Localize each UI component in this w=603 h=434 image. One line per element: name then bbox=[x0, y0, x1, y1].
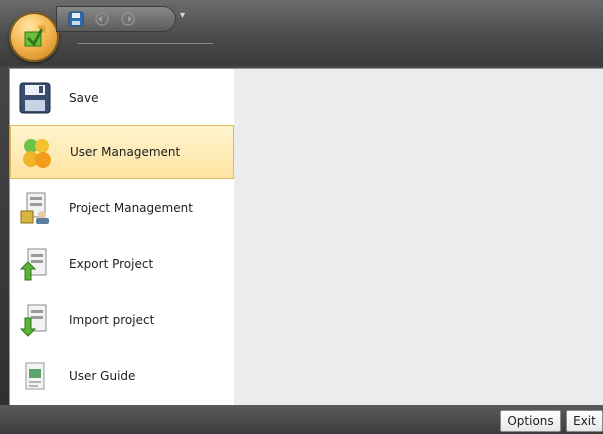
menu-item-user-management[interactable]: User Management bbox=[10, 125, 234, 179]
menu-item-label: User Guide bbox=[69, 369, 136, 383]
menu-item-save[interactable]: Save bbox=[10, 71, 234, 125]
import-icon bbox=[18, 303, 52, 337]
app-logo-icon bbox=[24, 25, 46, 47]
menu-item-label: User Management bbox=[70, 145, 181, 159]
menu-item-export-project[interactable]: Export Project bbox=[10, 237, 234, 291]
application-menu: Save User Management Project Management … bbox=[9, 68, 235, 407]
menu-item-user-guide[interactable]: User Guide bbox=[10, 349, 234, 403]
save-icon bbox=[18, 81, 52, 115]
application-window: ▾ Save User Management Project Managemen… bbox=[0, 0, 603, 434]
menu-item-label: Save bbox=[69, 91, 99, 105]
quick-access-dropdown[interactable]: ▾ bbox=[180, 10, 185, 21]
export-icon bbox=[18, 247, 52, 281]
content-area bbox=[234, 68, 603, 407]
menu-item-label: Project Management bbox=[69, 201, 193, 215]
user-guide-icon bbox=[18, 359, 52, 393]
divider bbox=[78, 43, 213, 44]
title-bar: ▾ bbox=[0, 0, 603, 66]
save-icon[interactable] bbox=[68, 11, 84, 27]
menu-item-project-management[interactable]: Project Management bbox=[10, 181, 234, 235]
options-button[interactable]: Options bbox=[500, 410, 561, 432]
menu-item-label: Import project bbox=[69, 313, 155, 327]
menu-item-label: Export Project bbox=[69, 257, 154, 271]
project-management-icon bbox=[18, 191, 52, 225]
exit-button[interactable]: Exit bbox=[566, 410, 603, 432]
redo-icon[interactable] bbox=[120, 11, 136, 27]
menu-footer: Options Exit bbox=[0, 405, 603, 434]
menu-item-import-project[interactable]: Import project bbox=[10, 293, 234, 347]
undo-icon[interactable] bbox=[94, 11, 110, 27]
users-icon bbox=[19, 136, 53, 170]
application-menu-button[interactable] bbox=[9, 12, 59, 62]
quick-access-toolbar bbox=[56, 6, 176, 32]
